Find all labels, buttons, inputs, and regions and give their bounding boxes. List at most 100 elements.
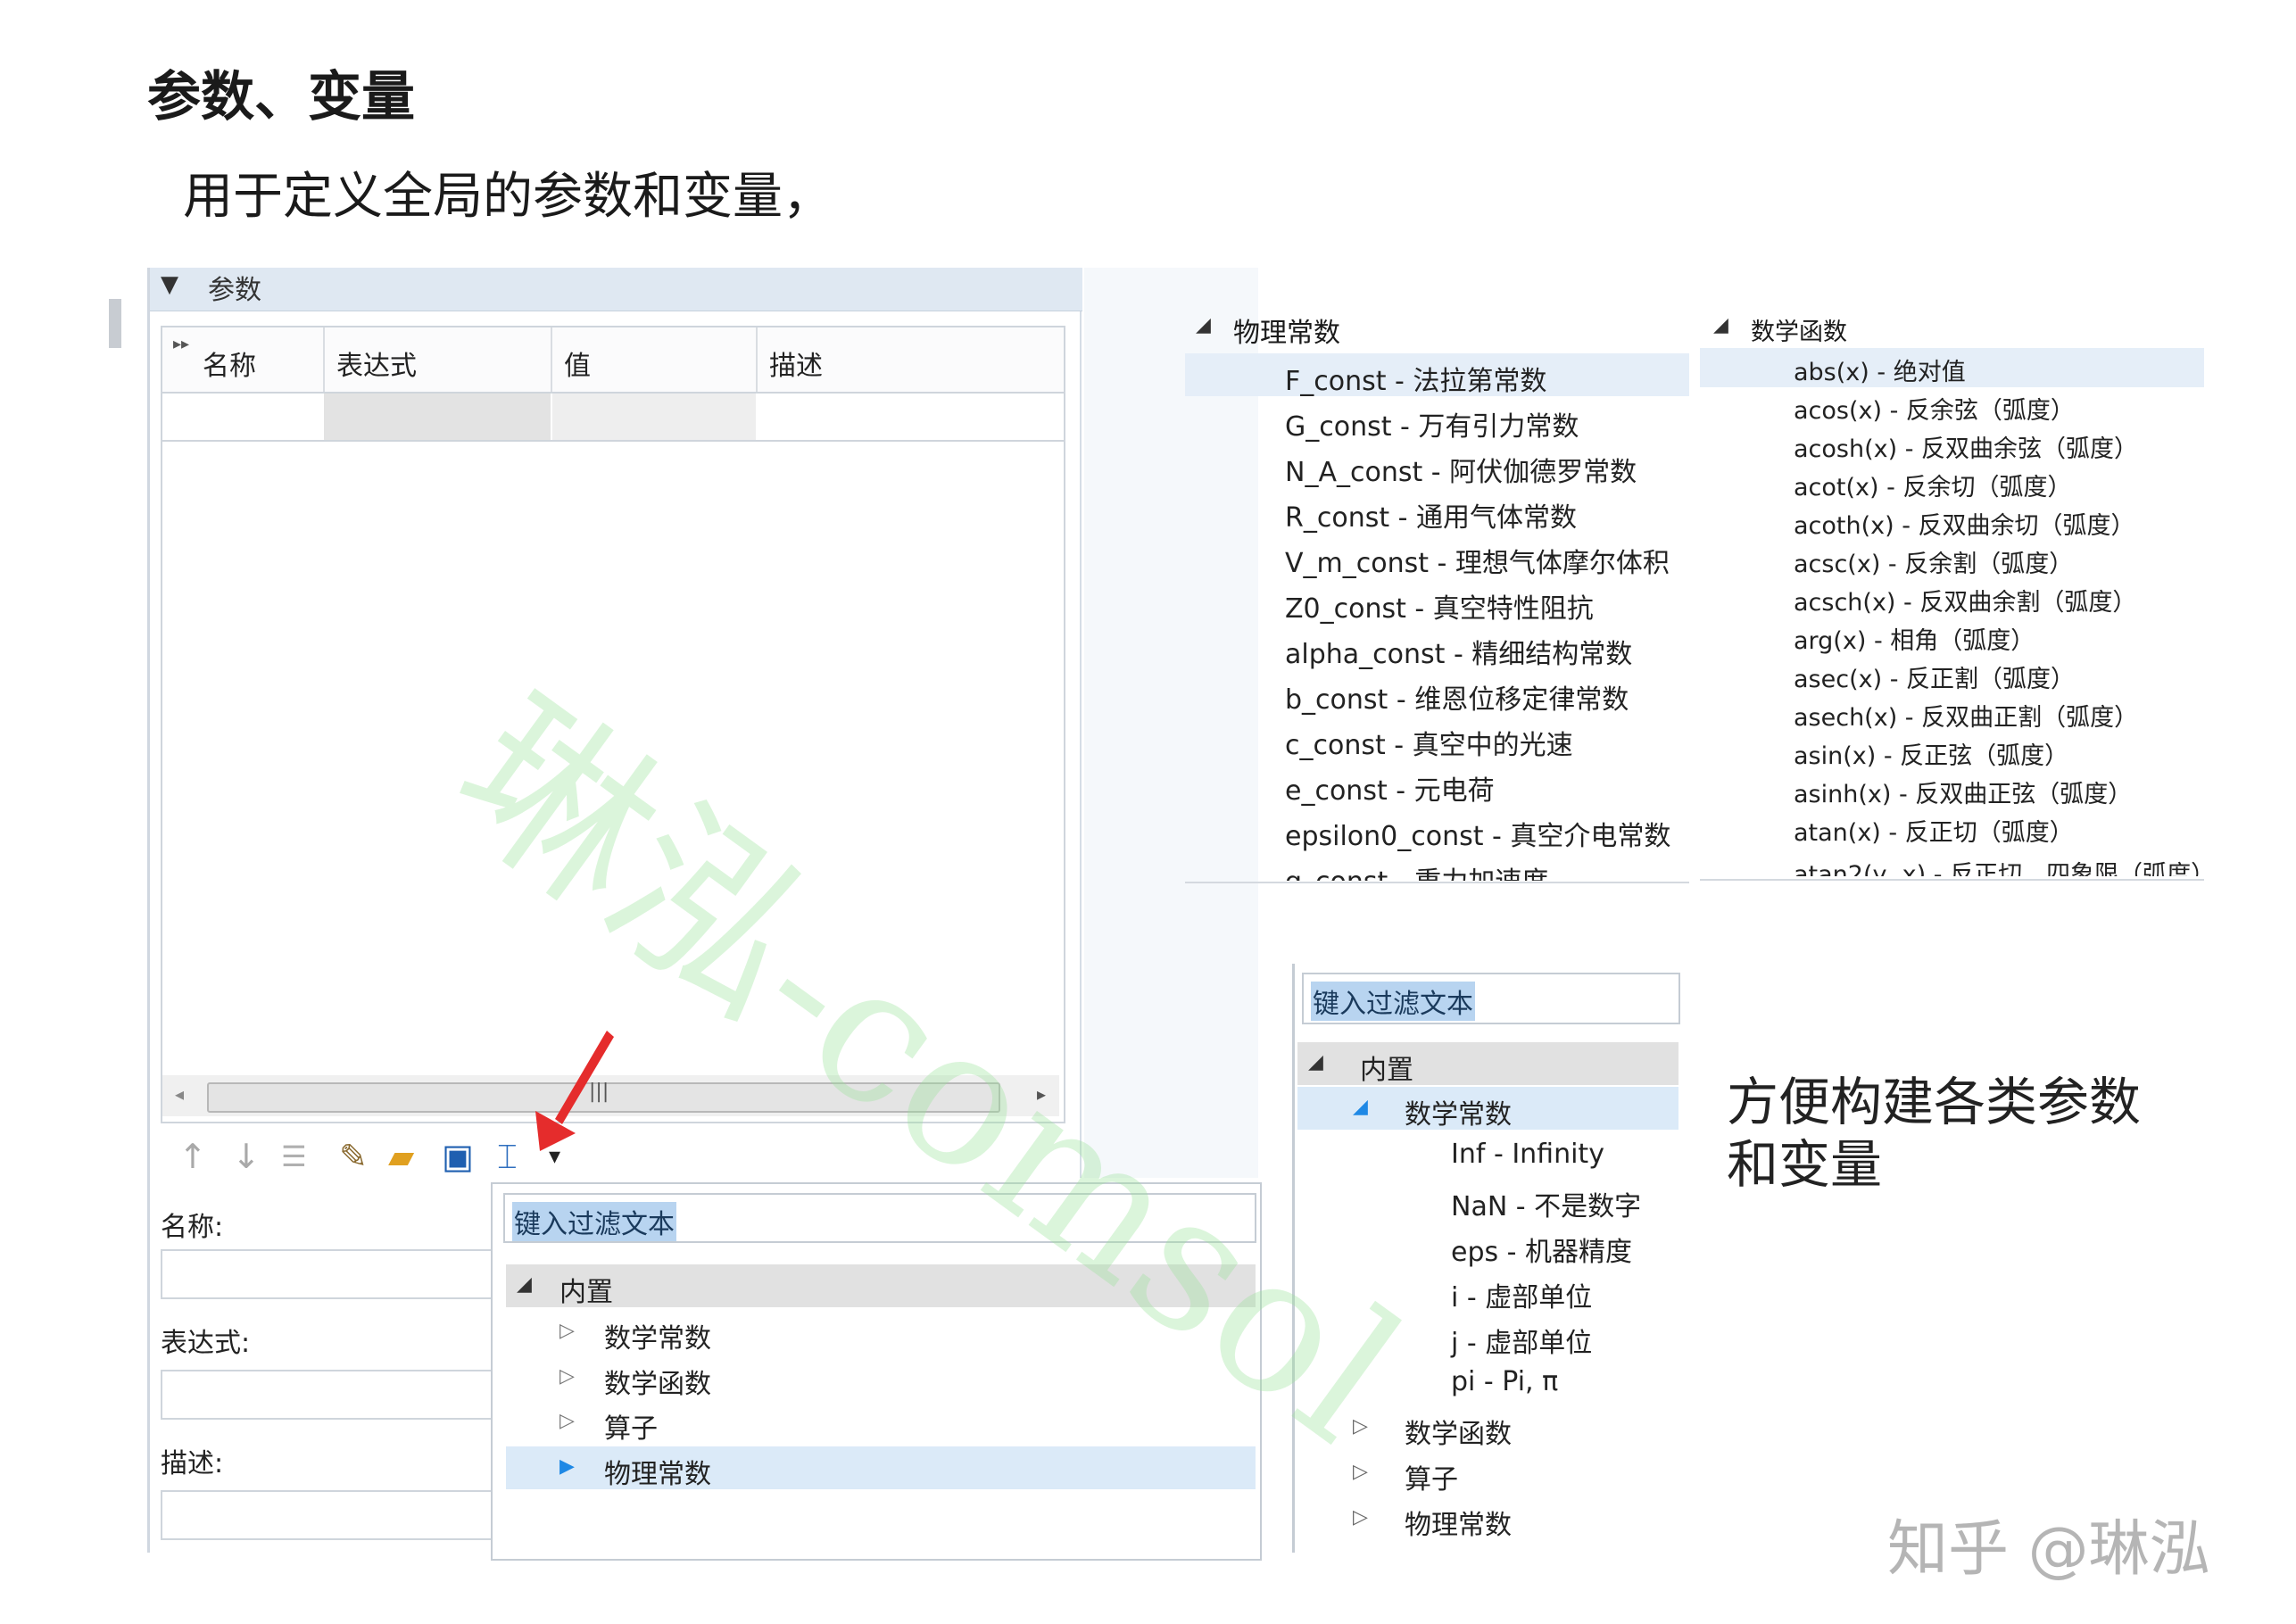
collapsed-arrow-icon[interactable]: ▷: [559, 1365, 575, 1388]
math-functions-header[interactable]: ◢ 数学函数: [1713, 314, 1847, 346]
tree-item-label: 物理常数: [1405, 1510, 1512, 1541]
list-item[interactable]: acsch(x) - 反双曲余割（弧度）: [1794, 583, 2136, 617]
tree-root-label: 内置: [1360, 1055, 1413, 1086]
list-item[interactable]: asech(x) - 反双曲正割（弧度）: [1794, 698, 2138, 733]
parameters-section-header[interactable]: ▼ 参数: [150, 268, 1082, 311]
col-header-name[interactable]: 名称: [203, 344, 256, 383]
panel-strip: [109, 299, 121, 348]
tree-item-operators[interactable]: ▷ 算子: [506, 1401, 1256, 1445]
move-down-icon[interactable]: ↓: [232, 1133, 261, 1180]
list-item[interactable]: acosh(x) - 反双曲余弦（弧度）: [1794, 429, 2138, 464]
tree-root-label: 内置: [559, 1277, 613, 1308]
collapsed-arrow-icon[interactable]: ▷: [559, 1410, 575, 1432]
description-field[interactable]: [161, 1490, 499, 1540]
col-separator: [551, 327, 552, 392]
collapse-triangle-icon[interactable]: ▼: [161, 271, 178, 298]
collapsed-arrow-icon[interactable]: ▷: [1353, 1506, 1368, 1529]
move-up-icon[interactable]: ↑: [178, 1133, 207, 1180]
list-item[interactable]: V_m_const - 理想气体摩尔体积: [1285, 541, 1670, 580]
list-bottom-border: [1700, 879, 2204, 881]
expanded-arrow-icon[interactable]: ◢: [1713, 314, 1728, 336]
list-item[interactable]: N_A_const - 阿伏伽德罗常数: [1285, 450, 1637, 489]
list-item[interactable]: arg(x) - 相角（弧度）: [1794, 621, 2035, 656]
filter-input[interactable]: 键入过滤文本: [1302, 973, 1680, 1024]
tree-item-physical-constants[interactable]: ▷ 物理常数: [1297, 1497, 1678, 1541]
table-header: ▸▸ 名称 表达式 值 描述: [162, 327, 1064, 394]
list-item[interactable]: alpha_const - 精细结构常数: [1285, 632, 1632, 671]
constant-label: i - 虚部单位: [1451, 1282, 1593, 1313]
list-item[interactable]: R_const - 通用气体常数: [1285, 495, 1577, 534]
list-item[interactable]: epsilon0_const - 真空介电常数: [1285, 814, 1670, 853]
insert-expression-icon[interactable]: ⌶: [497, 1133, 518, 1180]
intro-text: 用于定义全局的参数和变量，: [183, 168, 833, 226]
expanded-arrow-icon[interactable]: ◢: [1353, 1096, 1368, 1118]
table-row[interactable]: [162, 394, 1064, 442]
tree-item-label: 算子: [604, 1413, 658, 1445]
tree-item-math-constants[interactable]: ◢ 数学常数: [1297, 1087, 1678, 1131]
expression-field[interactable]: [161, 1370, 499, 1420]
list-bottom-border: [1185, 882, 1689, 883]
list-item[interactable]: asinh(x) - 反双曲正弦（弧度）: [1794, 775, 2132, 809]
filter-text: 键入过滤文本: [1311, 982, 1475, 1021]
constant-label: Inf - Infinity: [1451, 1139, 1604, 1170]
list-item[interactable]: acsc(x) - 反余割（弧度）: [1794, 544, 2073, 579]
red-arrow-annotation: [535, 1031, 614, 1151]
list-item[interactable]: Inf - Infinity: [1297, 1133, 1678, 1176]
expression-cell[interactable]: [324, 394, 551, 440]
constant-label: NaN - 不是数字: [1451, 1191, 1642, 1222]
list-item[interactable]: acos(x) - 反余弦（弧度）: [1794, 391, 2075, 426]
col-separator: [323, 327, 325, 392]
tree-item-label: 数学函数: [1405, 1419, 1512, 1450]
col-header-value[interactable]: 值: [564, 344, 591, 383]
list-item[interactable]: abs(x) - 绝对值: [1794, 352, 1966, 387]
col-header-description[interactable]: 描述: [769, 344, 823, 383]
list-item[interactable]: asec(x) - 反正割（弧度）: [1794, 659, 2075, 694]
collapsed-arrow-icon[interactable]: ▷: [559, 1320, 575, 1342]
physical-constants-header[interactable]: ◢ 物理常数: [1196, 314, 1340, 349]
expanded-arrow-icon[interactable]: ◢: [1308, 1051, 1323, 1073]
list-item[interactable]: e_const - 元电荷: [1285, 768, 1495, 808]
save-icon[interactable]: ▣: [442, 1133, 474, 1180]
name-label: 名称:: [161, 1212, 224, 1243]
list-icon[interactable]: ☰: [281, 1133, 307, 1180]
list-item[interactable]: F_const - 法拉第常数: [1285, 359, 1546, 398]
zhihu-credit: 知乎 @琳泓: [1887, 1514, 2210, 1585]
selected-arrow-icon[interactable]: ▶: [559, 1455, 575, 1478]
tree-item-physical-constants[interactable]: ▶ 物理常数: [506, 1446, 1256, 1490]
list-item[interactable]: atan2(y, x) - 反正切，四象限（弧度）: [1794, 855, 2215, 876]
list-item[interactable]: G_const - 万有引力常数: [1285, 404, 1579, 443]
value-cell: [552, 394, 756, 440]
filter-text: 键入过滤文本: [512, 1202, 676, 1241]
tree-item-label: 物理常数: [604, 1459, 711, 1490]
tree-root[interactable]: ◢ 内置: [1297, 1042, 1678, 1086]
expand-columns-icon[interactable]: ▸▸: [173, 335, 189, 353]
tree-item-label: 数学常数: [604, 1323, 711, 1355]
tree-item-label: 数学函数: [604, 1369, 711, 1400]
caption-text: 方便构建各类参数和变量: [1727, 1072, 2142, 1195]
name-field[interactable]: [161, 1249, 499, 1299]
list-item[interactable]: asin(x) - 反正弦（弧度）: [1794, 736, 2068, 771]
open-folder-icon[interactable]: ▰: [388, 1133, 414, 1180]
constant-label: j - 虚部单位: [1451, 1328, 1593, 1359]
collapsed-arrow-icon[interactable]: ▷: [1353, 1461, 1368, 1483]
tree-item-label: 算子: [1405, 1464, 1458, 1496]
col-header-expression[interactable]: 表达式: [336, 344, 417, 383]
list-item[interactable]: acot(x) - 反余切（弧度）: [1794, 468, 2071, 502]
page-heading: 参数、变量: [147, 66, 415, 128]
expanded-arrow-icon[interactable]: ◢: [517, 1273, 532, 1296]
list-item[interactable]: c_const - 真空中的光速: [1285, 723, 1573, 762]
description-label: 描述:: [161, 1448, 224, 1479]
constant-label: eps - 机器精度: [1451, 1237, 1633, 1268]
group-title: 物理常数: [1233, 318, 1340, 349]
section-title: 参数: [208, 275, 261, 306]
brush-icon[interactable]: ✎: [339, 1133, 368, 1180]
list-item[interactable]: acoth(x) - 反双曲余切（弧度）: [1794, 506, 2135, 541]
scroll-left-icon[interactable]: ◂: [175, 1083, 184, 1105]
list-item[interactable]: g_const - 重力加速度: [1285, 859, 1548, 881]
list-item[interactable]: b_const - 维恩位移定律常数: [1285, 677, 1629, 717]
expanded-arrow-icon[interactable]: ◢: [1196, 314, 1211, 336]
tree-item-operators[interactable]: ▷ 算子: [1297, 1452, 1678, 1496]
list-item[interactable]: atan(x) - 反正切（弧度）: [1794, 813, 2074, 848]
list-item[interactable]: Z0_const - 真空特性阻抗: [1285, 586, 1594, 626]
col-separator: [756, 327, 758, 392]
